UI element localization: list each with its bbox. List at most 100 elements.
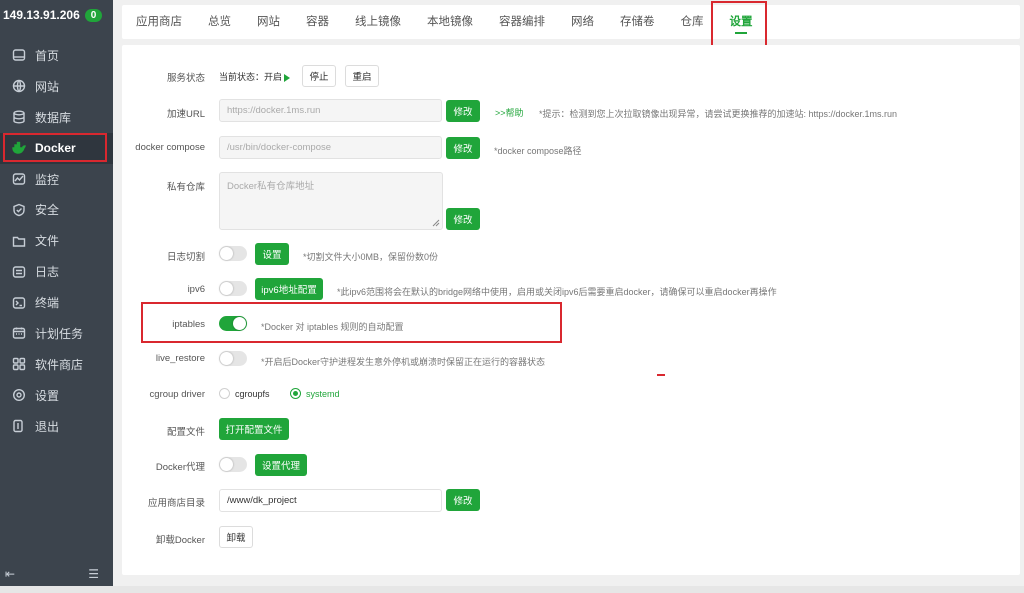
set-proxy-button[interactable]: 设置代理 (255, 454, 307, 476)
sidebar-item-logs[interactable]: 日志 (0, 256, 113, 287)
grid-icon (12, 357, 26, 371)
resize-grip-icon[interactable] (432, 219, 440, 227)
sidebar-item-terminal[interactable]: 终端 (0, 287, 113, 318)
accel-url-input[interactable]: https://docker.1ms.run (219, 99, 442, 122)
accel-url-label: 加速URL (166, 109, 205, 120)
sidebar-item-label: 数据库 (35, 110, 72, 125)
collapse-icon[interactable]: ⇤ (5, 567, 15, 581)
monitor-icon (12, 172, 26, 186)
store-dir-save-button[interactable]: 修改 (446, 489, 480, 511)
sidebar-item-security[interactable]: 安全 (0, 194, 113, 225)
docker-highlight-box (3, 133, 107, 162)
uninstall-button[interactable]: 卸载 (219, 526, 253, 548)
config-file-label: 配置文件 (166, 427, 205, 438)
live-restore-toggle[interactable] (219, 351, 247, 366)
gear-icon (12, 388, 26, 402)
sidebar-footer: ⇤ ☰ (0, 567, 113, 581)
sidebar-item-label: 监控 (35, 172, 60, 187)
iptables-highlight-box (141, 302, 562, 343)
logout-icon (12, 419, 26, 433)
tab-website[interactable]: 网站 (244, 5, 293, 39)
tab-compose[interactable]: 容器编排 (486, 5, 558, 39)
store-dir-label: 应用商店目录 (147, 498, 205, 509)
live-restore-tip: *开启后Docker守护进程发生意外停机或崩溃时保留正在运行的容器状态 (261, 357, 546, 367)
sidebar-item-files[interactable]: 文件 (0, 225, 113, 256)
sidebar-item-label: 日志 (35, 265, 60, 280)
tab-volumes[interactable]: 存储卷 (607, 5, 668, 39)
sidebar-item-label: 计划任务 (35, 326, 84, 341)
proxy-toggle[interactable] (219, 457, 247, 472)
sidebar-item-store[interactable]: 软件商店 (0, 349, 113, 380)
server-ip: 149.13.91.206 (3, 8, 80, 22)
tab-online-images[interactable]: 线上镜像 (342, 5, 414, 39)
accel-url-tip: *提示：检测到您上次拉取镜像出现异常，请尝试更换推荐的加速站: https://… (539, 109, 898, 119)
sidebar-item-label: 文件 (35, 234, 60, 249)
log-icon (12, 265, 26, 279)
compose-label: docker compose (135, 142, 205, 153)
service-status-label: 服务状态 (166, 73, 205, 84)
bottom-bar (0, 586, 1024, 593)
store-dir-input[interactable]: /www/dk_project (219, 489, 442, 512)
log-cut-toggle[interactable] (219, 246, 247, 261)
compose-save-button[interactable]: 修改 (446, 137, 480, 159)
ipv6-label: ipv6 (187, 284, 205, 295)
menu-icon[interactable]: ☰ (88, 567, 99, 581)
tab-overview[interactable]: 总览 (195, 5, 244, 39)
sidebar-item-label: 软件商店 (35, 357, 84, 372)
systemd-radio[interactable] (290, 388, 301, 399)
red-mark (657, 374, 665, 376)
tab-registry[interactable]: 仓库 (668, 5, 717, 39)
proxy-label: Docker代理 (155, 462, 205, 473)
tab-containers[interactable]: 容器 (293, 5, 342, 39)
stop-button[interactable]: 停止 (302, 65, 336, 87)
sidebar-item-cron[interactable]: 计划任务 (0, 318, 113, 349)
sidebar-item-label: 终端 (35, 296, 60, 311)
sidebar-item-label: 设置 (35, 388, 60, 403)
compose-path-input[interactable]: /usr/bin/docker-compose (219, 136, 442, 159)
sidebar-item-label: 退出 (35, 419, 60, 434)
open-config-button[interactable]: 打开配置文件 (219, 418, 289, 440)
tab-network[interactable]: 网络 (558, 5, 607, 39)
docker-tabs: 应用商店 总览 网站 容器 线上镜像 本地镜像 容器编排 网络 存储卷 仓库 设… (122, 5, 1020, 39)
folder-icon (12, 234, 26, 248)
sidebar-item-monitor[interactable]: 监控 (0, 164, 113, 195)
sidebar-item-home[interactable]: 首页 (0, 40, 113, 71)
server-header: 149.13.91.206 0 (0, 0, 113, 30)
sidebar: 149.13.91.206 0 首页 网站 数据库 Docker 监控 安全 文… (0, 0, 113, 593)
log-cut-settings-button[interactable]: 设置 (255, 243, 289, 265)
calendar-icon (12, 326, 26, 340)
log-cut-tip: *切割文件大小0MB，保留份数0份 (303, 252, 439, 262)
running-icon (284, 73, 291, 82)
sidebar-item-website[interactable]: 网站 (0, 71, 113, 102)
restart-button[interactable]: 重启 (345, 65, 379, 87)
ipv6-tip: *此ipv6范围将会在默认的bridge网络中使用，启用或关闭ipv6后需要重启… (337, 287, 777, 297)
registry-save-button[interactable]: 修改 (446, 208, 480, 230)
cgroup-label: cgroup driver (149, 389, 205, 400)
compose-tip: *docker compose路径 (494, 146, 582, 156)
sidebar-item-logout[interactable]: 退出 (0, 411, 113, 442)
tab-local-images[interactable]: 本地镜像 (414, 5, 486, 39)
sidebar-item-label: 首页 (35, 48, 60, 63)
tab-app-store[interactable]: 应用商店 (122, 5, 195, 39)
cgroupfs-radio[interactable] (219, 388, 230, 399)
accel-url-save-button[interactable]: 修改 (446, 100, 480, 122)
uninstall-label: 卸载Docker (155, 535, 205, 546)
terminal-icon (12, 296, 26, 310)
notification-badge[interactable]: 0 (84, 8, 103, 22)
sidebar-item-label: 安全 (35, 203, 60, 218)
sidebar-item-label: 网站 (35, 79, 60, 94)
service-status-text: 当前状态：开启 (219, 70, 291, 83)
home-icon (12, 48, 26, 62)
live-restore-label: live_restore (155, 353, 205, 364)
shield-icon (12, 203, 26, 217)
settings-panel: 服务状态 当前状态：开启 停止 重启 加速URL https://docker.… (122, 45, 1020, 575)
ipv6-toggle[interactable] (219, 281, 247, 296)
database-icon (12, 110, 26, 124)
service-status-current: 当前状态：开启 (219, 72, 283, 82)
registry-textarea[interactable]: Docker私有仓库地址 (219, 172, 443, 230)
sidebar-item-database[interactable]: 数据库 (0, 102, 113, 133)
sidebar-nav: 首页 网站 数据库 Docker 监控 安全 文件 日志 终端 计划任务 软件商… (0, 40, 113, 442)
ipv6-config-button[interactable]: ipv6地址配置 (255, 278, 323, 300)
sidebar-item-settings[interactable]: 设置 (0, 380, 113, 411)
help-link[interactable]: >>帮助 (495, 106, 524, 119)
